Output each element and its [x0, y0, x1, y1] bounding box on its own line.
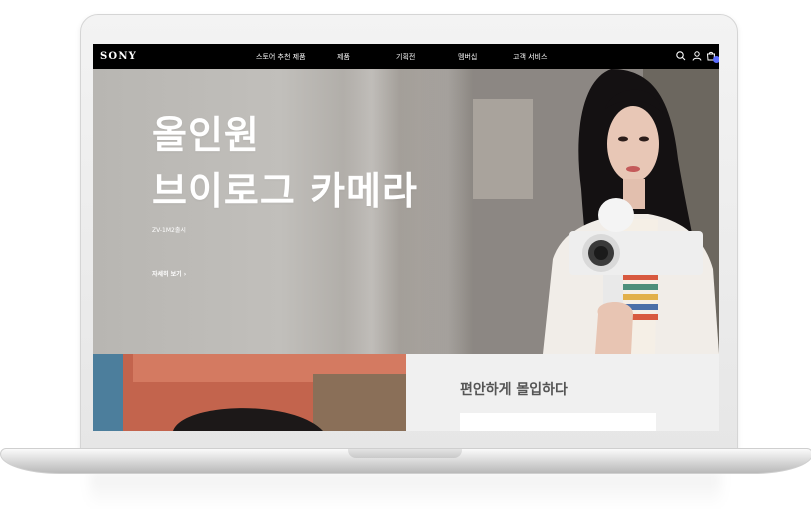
hero-title-line-1: 올인원 [152, 113, 260, 157]
laptop-shadow [90, 472, 721, 508]
sony-logo[interactable]: SONY [100, 51, 137, 62]
nav-item-products[interactable]: 제품 [337, 52, 350, 62]
top-navigation: SONY 스토어 추천 제품 제품 기획전 멤버십 고객 서비스 [93, 44, 719, 69]
promo-card[interactable] [460, 413, 656, 431]
user-icon[interactable] [691, 50, 703, 62]
nav-item-promotions[interactable]: 기획전 [396, 52, 415, 62]
browser-screen: SONY 스토어 추천 제품 제품 기획전 멤버십 고객 서비스 올인원 브이로… [93, 44, 719, 431]
hero-title: 올인원 브이로그 카메라 [152, 107, 418, 219]
secondary-photo-image [93, 354, 406, 431]
hero-learn-more-link[interactable]: 자세히 보기 › [152, 269, 186, 278]
promo-panel: 편안하게 몰입하다 [406, 354, 719, 431]
hero-model-photo [473, 69, 719, 354]
search-icon[interactable] [675, 50, 687, 62]
nav-item-customer-service[interactable]: 고객 서비스 [513, 52, 547, 62]
nav-item-membership[interactable]: 멤버십 [458, 52, 477, 62]
hero-subtitle: ZV-1M2출시 [152, 227, 186, 234]
nav-item-store-recommend[interactable]: 스토어 추천 제품 [256, 52, 306, 62]
cart-count-badge [713, 56, 719, 63]
hero-title-line-2: 브이로그 카메라 [152, 169, 418, 213]
hero-banner[interactable]: 올인원 브이로그 카메라 ZV-1M2출시 자세히 보기 › [93, 69, 719, 354]
laptop-notch [348, 449, 462, 458]
secondary-banner-photo[interactable] [93, 354, 406, 431]
promo-title: 편안하게 몰입하다 [460, 382, 568, 398]
